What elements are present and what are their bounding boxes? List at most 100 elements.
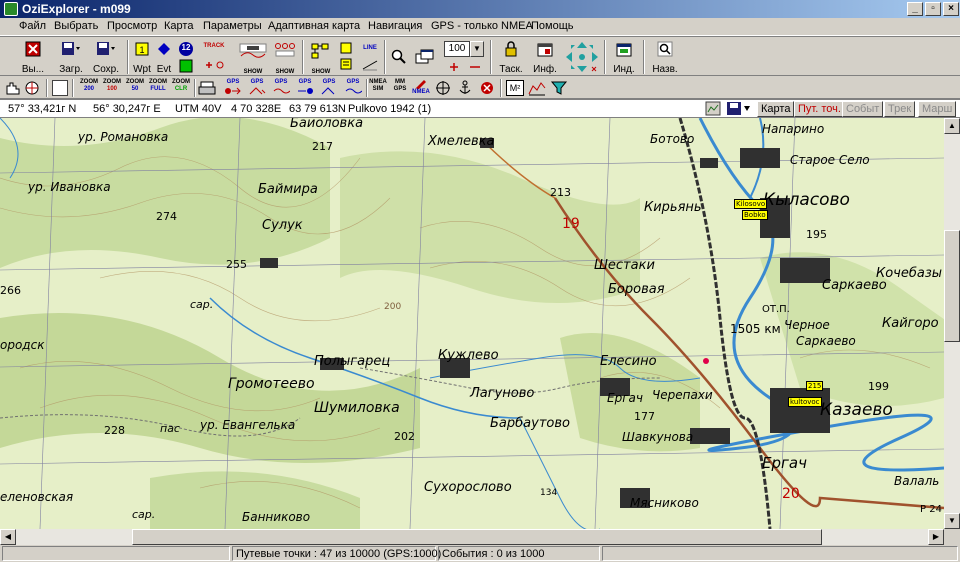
- map-label: сар.: [190, 298, 214, 311]
- exit-button[interactable]: Вы...: [16, 39, 50, 75]
- scroll-down-icon[interactable]: ▼: [944, 513, 960, 529]
- maximize-button[interactable]: ▫: [925, 2, 941, 16]
- mode-track-button[interactable]: Трек: [884, 101, 916, 117]
- stop-alarm-icon[interactable]: [478, 80, 496, 96]
- zoom-plus-minus-icon[interactable]: [448, 61, 482, 73]
- vertical-scrollbar[interactable]: ▲ ▼: [944, 118, 960, 529]
- mode-map-button[interactable]: Карта: [757, 101, 795, 117]
- vertical-scroll-thumb[interactable]: [944, 230, 960, 342]
- waypoint-icon: 1: [135, 42, 149, 56]
- indicator-button[interactable]: Инд.: [609, 39, 639, 75]
- menu-bar: Файл Выбрать Просмотр Карта Параметры Ад…: [0, 18, 960, 36]
- map-label: Кыласово: [763, 190, 850, 210]
- scroll-left-icon[interactable]: ◀: [0, 529, 16, 545]
- toolbar-separator: [72, 79, 74, 97]
- square-icon[interactable]: [52, 80, 68, 96]
- anchor-icon[interactable]: [456, 80, 474, 96]
- mm-gps-button[interactable]: MM GPS: [390, 79, 410, 97]
- funnel-icon[interactable]: [550, 80, 568, 96]
- map-view[interactable]: Баиоловка ур. Романовка Хмелевка Ботово …: [0, 118, 944, 529]
- line-label: LINE: [363, 45, 377, 51]
- show-waypoints-button[interactable]: SHOW: [272, 39, 298, 75]
- gps-get-waypoints-button[interactable]: GPS: [222, 79, 244, 97]
- gps-get-routes-button[interactable]: GPS: [246, 79, 268, 97]
- magnifier-icon: [391, 49, 406, 64]
- task-button[interactable]: Таск.: [496, 39, 526, 75]
- names-button[interactable]: Назв.: [648, 39, 682, 75]
- menu-select[interactable]: Выбрать: [54, 20, 98, 32]
- map-label: сар.: [132, 508, 156, 521]
- window-list-button[interactable]: [414, 39, 436, 75]
- menu-settings[interactable]: Параметры: [203, 20, 262, 32]
- gps-send-waypoints-button[interactable]: GPS: [294, 79, 316, 97]
- print-icon[interactable]: [198, 80, 216, 96]
- pan-hand-icon[interactable]: [4, 80, 22, 96]
- show-label: SHOW: [243, 69, 263, 75]
- show-track-button[interactable]: SHOW: [236, 39, 270, 75]
- waypoint-button[interactable]: 1 Wpt: [131, 39, 153, 75]
- horizontal-scrollbar[interactable]: ◀ ▶: [0, 529, 944, 545]
- menu-view[interactable]: Просмотр: [107, 20, 157, 32]
- menu-map[interactable]: Карта: [164, 20, 193, 32]
- menu-moving-map[interactable]: Адаптивная карта: [268, 20, 360, 32]
- route-show-button[interactable]: SHOW: [308, 39, 334, 75]
- line-button[interactable]: LINE: [360, 39, 380, 75]
- map-label: Ергач: [607, 391, 643, 405]
- names-list-button[interactable]: [338, 39, 356, 75]
- wpt-label: Wpt: [133, 64, 151, 75]
- ind-label: Инд.: [613, 64, 635, 75]
- save-button[interactable]: Сохр.: [89, 39, 123, 75]
- zoom-50-button[interactable]: ZOOM 50: [124, 79, 146, 97]
- scroll-up-icon[interactable]: ▲: [944, 118, 960, 134]
- waypoint-marker[interactable]: Kilosovo: [734, 199, 768, 209]
- gps-send-routes-button[interactable]: GPS: [318, 79, 340, 97]
- gps-get-track-button[interactable]: GPS: [270, 79, 292, 97]
- menu-file[interactable]: Файл: [19, 20, 46, 32]
- profile-graph-icon[interactable]: [528, 80, 546, 96]
- waypoint-marker[interactable]: Bobko: [742, 210, 768, 220]
- mode-waypoints-button[interactable]: Пут. точ.: [794, 101, 845, 117]
- map-label: Саркаево: [796, 334, 856, 348]
- crosshair-icon[interactable]: [434, 80, 452, 96]
- area-button[interactable]: M²: [506, 80, 524, 96]
- menu-navigation[interactable]: Навигация: [368, 20, 422, 32]
- close-button[interactable]: ×: [943, 2, 959, 16]
- zoom-input[interactable]: 100: [444, 41, 470, 57]
- zoom-200-button[interactable]: ZOOM 200: [78, 79, 100, 97]
- gps-send-track-button[interactable]: GPS: [342, 79, 364, 97]
- event-button[interactable]: Evt: [153, 39, 175, 75]
- load-button[interactable]: Загр.: [55, 39, 87, 75]
- exit-icon: [25, 41, 41, 57]
- zoom-clr-button[interactable]: ZOOM CLR: [170, 79, 192, 97]
- waypoint-marker[interactable]: 215: [806, 381, 824, 391]
- nmea-sim-button[interactable]: NMEA SIM: [366, 79, 390, 97]
- waypoint-marker[interactable]: kultovoc: [788, 397, 822, 407]
- track-button[interactable]: TRACK: [200, 39, 228, 75]
- zoom-dropdown-icon[interactable]: ▼: [470, 41, 484, 57]
- menu-gps-nmea[interactable]: GPS - только NMEA: [431, 20, 533, 32]
- menu-help[interactable]: Помощь: [531, 20, 574, 32]
- elevation-label: 255: [226, 258, 247, 271]
- horizontal-scroll-thumb[interactable]: [132, 529, 822, 545]
- exit-label: Вы...: [21, 64, 45, 75]
- map-label: Ергач: [762, 454, 807, 472]
- nmea-button[interactable]: NMEA: [410, 79, 432, 97]
- easting-readout: 4 70 328E: [231, 103, 282, 115]
- zoom-full-button[interactable]: ZOOM FULL: [147, 79, 169, 97]
- scroll-right-icon[interactable]: ▶: [928, 529, 944, 545]
- mode-route-button[interactable]: Марш: [918, 101, 957, 117]
- minimize-button[interactable]: _: [907, 2, 923, 16]
- map-label: ородск: [0, 338, 45, 352]
- map-label: Напарино: [762, 122, 825, 136]
- measure-icon[interactable]: [24, 80, 42, 96]
- info-button[interactable]: Инф.: [530, 39, 560, 75]
- route-show-icon: [311, 43, 329, 59]
- save-map-icon[interactable]: [726, 101, 752, 116]
- map-image-icon[interactable]: [705, 101, 721, 116]
- pan-arrows[interactable]: [563, 39, 601, 75]
- utm-zone-readout: UTM 40V: [175, 103, 222, 115]
- mode-events-button[interactable]: Событ: [842, 101, 884, 117]
- zoom-100-button[interactable]: ZOOM 100: [101, 79, 123, 97]
- route-button[interactable]: 12: [176, 39, 196, 75]
- find-button[interactable]: [390, 39, 408, 75]
